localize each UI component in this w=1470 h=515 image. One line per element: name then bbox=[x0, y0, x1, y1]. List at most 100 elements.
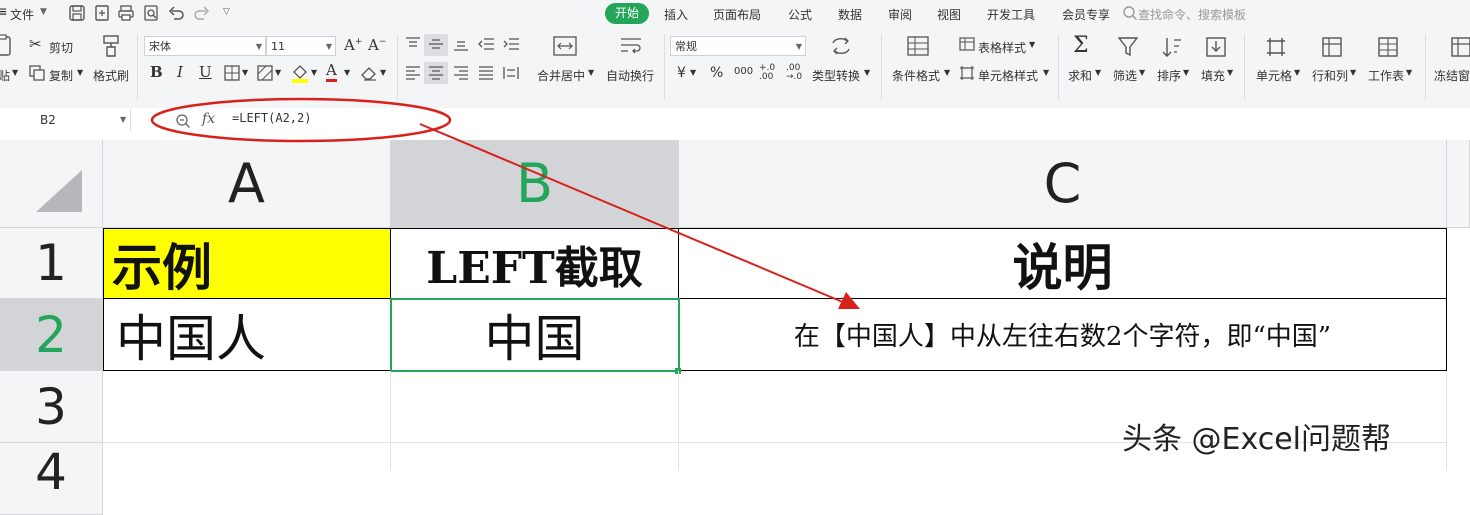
tab-review[interactable]: 审阅 bbox=[888, 6, 912, 23]
decrease-font-size-icon[interactable]: A− bbox=[368, 36, 386, 54]
chevron-down-icon[interactable]: ▼ bbox=[1095, 68, 1101, 77]
cells-button[interactable]: 单元格 bbox=[1256, 67, 1292, 84]
chevron-down-icon[interactable]: ▼ bbox=[1043, 68, 1049, 77]
chevron-down-icon[interactable]: ▼ bbox=[256, 37, 262, 57]
sum-button[interactable]: 求和 bbox=[1068, 67, 1092, 84]
export-pdf-icon[interactable] bbox=[93, 4, 111, 22]
insert-function-icon[interactable]: fx bbox=[202, 111, 215, 127]
conditional-format-button[interactable]: 条件格式 bbox=[892, 67, 940, 84]
column-header-next[interactable] bbox=[1447, 140, 1470, 228]
print-icon[interactable] bbox=[117, 4, 135, 22]
align-center-icon[interactable] bbox=[427, 65, 445, 81]
customize-quick-access-icon[interactable]: ▽ bbox=[223, 7, 230, 17]
cell-a2[interactable]: 中国人 bbox=[103, 299, 391, 371]
align-middle-icon[interactable] bbox=[427, 36, 445, 52]
rows-cols-icon[interactable] bbox=[1321, 36, 1343, 58]
tab-developer[interactable]: 开发工具 bbox=[987, 6, 1035, 23]
zoom-icon[interactable] bbox=[175, 113, 191, 129]
align-top-icon[interactable] bbox=[404, 36, 422, 52]
sort-button[interactable]: 排序 bbox=[1157, 67, 1181, 84]
decrease-indent-icon[interactable] bbox=[477, 36, 495, 52]
chevron-down-icon[interactable]: ▼ bbox=[77, 68, 83, 77]
chevron-down-icon[interactable]: ▼ bbox=[380, 68, 386, 77]
font-size-select[interactable]: 11 ▼ bbox=[266, 36, 336, 56]
chevron-down-icon[interactable]: ▼ bbox=[242, 68, 248, 77]
tab-insert[interactable]: 插入 bbox=[664, 6, 688, 23]
freeze-panes-icon[interactable] bbox=[1450, 36, 1470, 58]
type-convert-icon[interactable] bbox=[830, 36, 852, 56]
filter-icon[interactable] bbox=[1117, 36, 1139, 58]
fill-button[interactable]: 填充 bbox=[1201, 67, 1225, 84]
align-left-icon[interactable] bbox=[404, 65, 422, 81]
chevron-down-icon[interactable]: ▼ bbox=[311, 68, 317, 77]
worksheet-button[interactable]: 工作表 bbox=[1368, 67, 1404, 84]
chevron-down-icon[interactable]: ▼ bbox=[1406, 68, 1412, 77]
chevron-down-icon[interactable]: ▼ bbox=[1183, 68, 1189, 77]
cell-style-button[interactable]: 单元格样式 bbox=[978, 67, 1038, 84]
row-header-4[interactable]: 4 bbox=[0, 443, 103, 515]
formula-input[interactable]: =LEFT(A2,2) bbox=[232, 111, 311, 125]
underline-icon[interactable]: U bbox=[199, 63, 212, 81]
rows-cols-button[interactable]: 行和列 bbox=[1312, 67, 1348, 84]
cell-style-icon[interactable] bbox=[959, 65, 975, 81]
row-header-3[interactable]: 3 bbox=[0, 371, 103, 443]
undo-icon[interactable] bbox=[167, 4, 185, 22]
cut-icon[interactable]: ✂ bbox=[29, 35, 42, 53]
align-right-icon[interactable] bbox=[452, 65, 470, 81]
name-box[interactable]: B2 ▼ bbox=[0, 109, 131, 131]
cell-a1[interactable]: 示例 bbox=[103, 228, 391, 299]
type-convert-button[interactable]: 类型转换 bbox=[812, 67, 860, 84]
increase-decimal-icon[interactable]: +.0.00 bbox=[759, 64, 775, 82]
tab-data[interactable]: 数据 bbox=[838, 6, 862, 23]
justify-icon[interactable] bbox=[477, 65, 495, 81]
distributed-align-icon[interactable] bbox=[502, 65, 520, 81]
copy-button[interactable]: 复制 bbox=[49, 67, 73, 84]
conditional-format-icon[interactable] bbox=[907, 36, 929, 56]
italic-icon[interactable]: I bbox=[177, 63, 183, 81]
wrap-text-icon[interactable] bbox=[619, 36, 643, 56]
font-name-select[interactable]: 宋体 ▼ bbox=[144, 36, 266, 56]
worksheet-icon[interactable] bbox=[1377, 36, 1399, 58]
fill-pattern-icon[interactable] bbox=[257, 65, 273, 81]
search-commands-input[interactable]: 查找命令、搜索模板 bbox=[1138, 6, 1246, 23]
tab-view[interactable]: 视图 bbox=[937, 6, 961, 23]
chevron-down-icon[interactable]: ▼ bbox=[864, 68, 870, 77]
increase-font-size-icon[interactable]: A+ bbox=[344, 36, 362, 54]
cell-b3[interactable] bbox=[391, 371, 679, 443]
increase-indent-icon[interactable] bbox=[502, 36, 520, 52]
chevron-down-icon[interactable]: ▼ bbox=[944, 68, 950, 77]
fill-color-icon[interactable] bbox=[291, 63, 309, 83]
freeze-panes-button[interactable]: 冻结窗 bbox=[1434, 67, 1470, 84]
chevron-down-icon[interactable]: ▼ bbox=[1350, 68, 1356, 77]
number-format-select[interactable]: 常规 ▼ bbox=[670, 36, 806, 56]
search-icon[interactable] bbox=[1122, 5, 1138, 21]
row-header-1[interactable]: 1 bbox=[0, 228, 103, 299]
cell-a4[interactable] bbox=[103, 443, 391, 470]
row-header-2[interactable]: 2 bbox=[0, 299, 103, 371]
chevron-down-icon[interactable]: ▼ bbox=[1139, 68, 1145, 77]
chevron-down-icon[interactable]: ▼ bbox=[1029, 40, 1035, 49]
cell-b4[interactable] bbox=[391, 443, 679, 470]
chevron-down-icon[interactable]: ▼ bbox=[344, 68, 350, 77]
column-header-a[interactable]: A bbox=[103, 140, 391, 228]
column-header-b[interactable]: B bbox=[391, 140, 679, 228]
redo-icon[interactable] bbox=[193, 4, 211, 22]
cell-c2[interactable]: 在【中国人】中从左往右数2个字符，即“中国” bbox=[679, 299, 1447, 371]
font-color-icon[interactable]: A bbox=[326, 61, 337, 82]
hamburger-icon[interactable]: ≡ bbox=[0, 4, 8, 20]
column-header-c[interactable]: C bbox=[679, 140, 1447, 228]
table-style-icon[interactable] bbox=[959, 37, 975, 51]
chevron-down-icon[interactable]: ▼ bbox=[1227, 68, 1233, 77]
paste-icon[interactable] bbox=[0, 34, 12, 56]
chevron-down-icon[interactable]: ▼ bbox=[40, 7, 47, 17]
cell-a3[interactable] bbox=[103, 371, 391, 443]
cells-icon[interactable] bbox=[1265, 36, 1287, 58]
file-menu[interactable]: 文件 bbox=[10, 6, 34, 23]
cut-button[interactable]: 剪切 bbox=[49, 39, 73, 56]
format-painter-icon[interactable] bbox=[100, 34, 122, 58]
chevron-down-icon[interactable]: ▼ bbox=[12, 68, 18, 77]
table-style-button[interactable]: 表格样式 bbox=[978, 39, 1026, 56]
thousands-separator-icon[interactable]: 000 bbox=[734, 66, 753, 77]
cell-b1[interactable]: LEFT截取 bbox=[391, 228, 679, 299]
sum-icon[interactable]: Σ bbox=[1073, 33, 1089, 58]
